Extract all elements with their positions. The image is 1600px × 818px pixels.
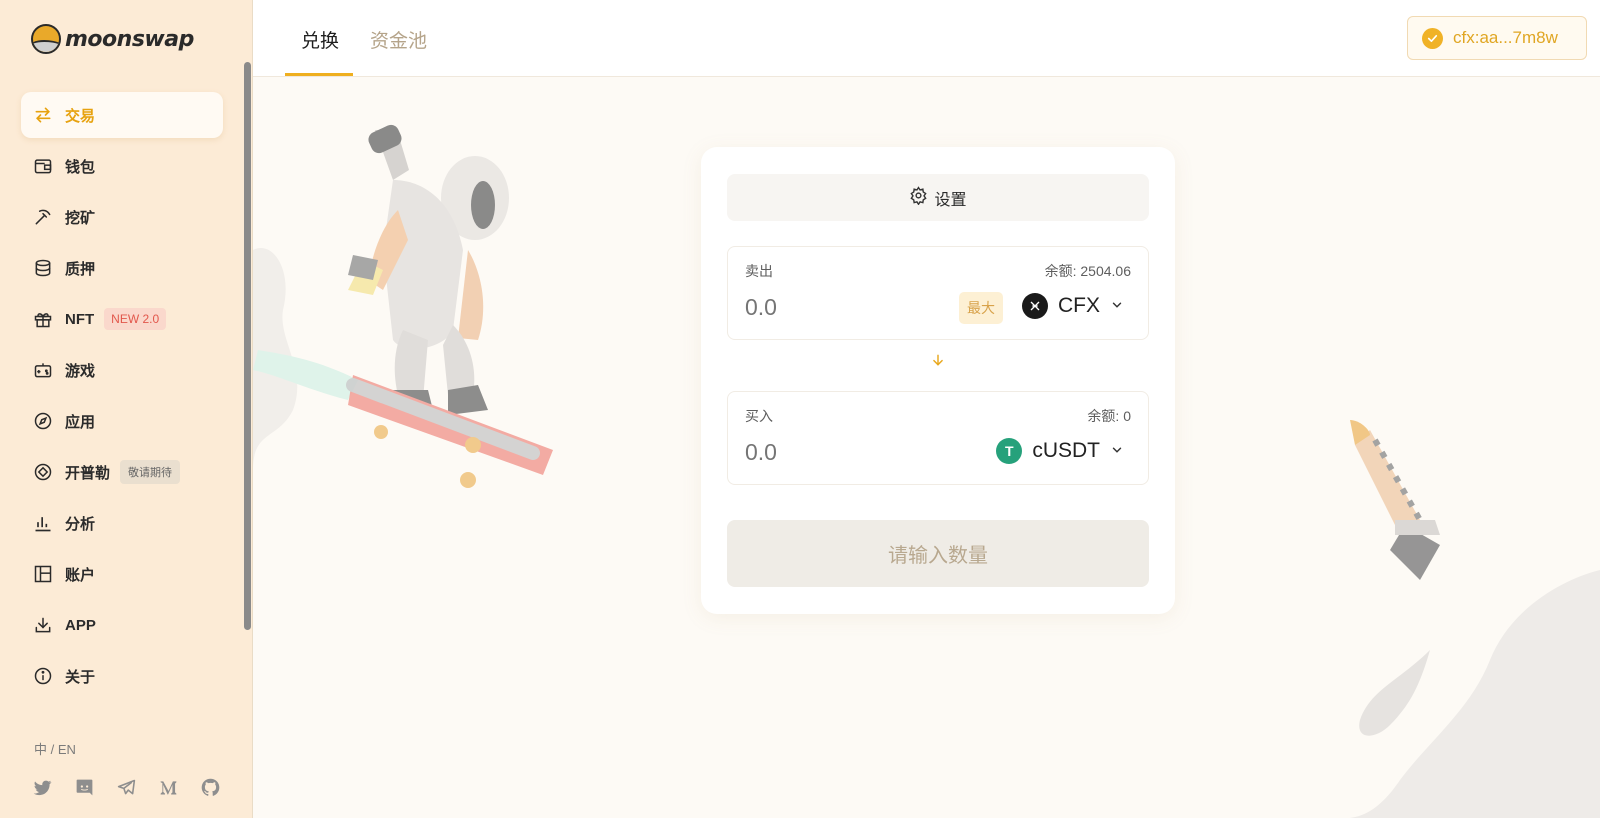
chevron-down-icon — [1110, 439, 1124, 463]
twitter-icon[interactable] — [31, 776, 53, 798]
active-tab-indicator — [285, 73, 353, 76]
discord-icon[interactable] — [73, 776, 95, 798]
tab-pool[interactable]: 资金池 — [370, 26, 427, 53]
telegram-icon[interactable] — [115, 776, 137, 798]
layout-panel-icon — [33, 564, 53, 584]
rocket-smoke-illustration — [1310, 420, 1600, 818]
diamond-circle-icon — [33, 462, 53, 482]
sidebar-item-label: NFT — [65, 310, 95, 328]
top-bar: 兑换 资金池 cfx:aa...7m8w — [253, 0, 1600, 77]
swap-arrows-icon — [33, 105, 53, 125]
wallet-address: cfx:aa...7m8w — [1453, 28, 1558, 47]
language-switch[interactable]: 中 / EN — [34, 739, 76, 758]
sidebar-item-mining[interactable]: 挖矿 — [21, 194, 223, 240]
max-button[interactable]: 最大 — [959, 292, 1003, 324]
sidebar-item-games[interactable]: 游戏 — [21, 347, 223, 393]
logo[interactable]: moonswap — [31, 24, 194, 54]
usdt-token-icon: T — [996, 438, 1023, 464]
sell-token-select[interactable]: CFX — [1022, 293, 1124, 319]
sidebar-item-label: 账户 — [65, 566, 96, 584]
buy-label: 买入 — [745, 408, 773, 424]
sidebar-item-label: 应用 — [65, 413, 96, 431]
sidebar-item-apps[interactable]: 应用 — [21, 398, 223, 444]
gamepad-icon — [33, 360, 53, 380]
sidebar-nav: 交易 钱包 挖矿 质押 NFT NEW 2.0 游戏 应用 开普勒 敬请期待 分… — [21, 92, 223, 704]
bar-chart-icon — [33, 513, 53, 533]
sidebar-item-trade[interactable]: 交易 — [21, 92, 223, 138]
tab-swap[interactable]: 兑换 — [301, 26, 339, 53]
sidebar: moonswap 交易 钱包 挖矿 质押 NFT NEW 2.0 游戏 应用 开… — [0, 0, 253, 818]
sidebar-item-label: 关于 — [65, 668, 96, 686]
sell-balance: 余额: 2504.06 — [1044, 263, 1131, 279]
compass-icon — [33, 411, 53, 431]
github-icon[interactable] — [199, 776, 221, 798]
settings-label: 设置 — [934, 191, 967, 209]
sidebar-item-app[interactable]: APP — [21, 602, 223, 648]
buy-balance: 余额: 0 — [1087, 408, 1131, 424]
check-circle-icon — [1422, 27, 1443, 49]
medium-icon[interactable] — [157, 776, 179, 798]
coming-soon-badge: 敬请期待 — [120, 460, 181, 484]
download-icon — [33, 615, 53, 635]
moon-logo-icon — [31, 24, 61, 54]
sidebar-item-wallet[interactable]: 钱包 — [21, 143, 223, 189]
cfx-token-icon — [1022, 293, 1048, 319]
sidebar-item-nft[interactable]: NFT NEW 2.0 — [21, 296, 223, 342]
sidebar-item-label: 交易 — [65, 107, 96, 125]
sidebar-item-staking[interactable]: 质押 — [21, 245, 223, 291]
sidebar-item-account[interactable]: 账户 — [21, 551, 223, 597]
sell-label: 卖出 — [745, 263, 773, 279]
gift-icon — [33, 309, 53, 329]
astronaut-skateboard-illustration — [253, 120, 553, 510]
buy-field: 买入 余额: 0 T cUSDT — [727, 391, 1149, 485]
logo-text: moonswap — [65, 26, 194, 52]
settings-button[interactable]: 设置 — [727, 174, 1149, 221]
social-links — [31, 776, 221, 798]
info-icon — [33, 666, 53, 686]
database-stack-icon — [33, 258, 53, 278]
pickaxe-icon — [33, 207, 53, 227]
wallet-address-button[interactable]: cfx:aa...7m8w — [1407, 16, 1587, 60]
sidebar-item-about[interactable]: 关于 — [21, 653, 223, 699]
sell-amount-input[interactable] — [745, 294, 925, 321]
submit-button[interactable]: 请输入数量 — [727, 520, 1149, 587]
sidebar-item-kepler[interactable]: 开普勒 敬请期待 — [21, 449, 223, 495]
sell-field: 卖出 余额: 2504.06 最大 CFX — [727, 246, 1149, 340]
switch-direction-arrow-icon[interactable] — [931, 353, 945, 367]
wallet-icon — [33, 156, 53, 176]
swap-card: 设置 卖出 余额: 2504.06 最大 CFX 买入 余额: 0 T cUSD… — [701, 147, 1175, 614]
sidebar-item-label: 挖矿 — [65, 209, 96, 227]
sidebar-item-label: APP — [65, 616, 96, 634]
sidebar-item-analytics[interactable]: 分析 — [21, 500, 223, 546]
sidebar-scrollbar[interactable] — [244, 62, 251, 630]
sidebar-item-label: 游戏 — [65, 362, 96, 380]
sell-token-symbol: CFX — [1058, 294, 1100, 317]
buy-token-symbol: cUSDT — [1032, 439, 1100, 462]
buy-token-select[interactable]: T cUSDT — [996, 438, 1124, 464]
sidebar-item-label: 分析 — [65, 515, 96, 533]
buy-amount-input[interactable] — [745, 439, 925, 466]
sidebar-item-label: 钱包 — [65, 158, 96, 176]
new-badge: NEW 2.0 — [104, 308, 167, 330]
chevron-down-icon — [1110, 294, 1124, 318]
gear-icon — [909, 185, 928, 210]
sidebar-item-label: 开普勒 — [65, 464, 111, 482]
sidebar-item-label: 质押 — [65, 260, 96, 278]
